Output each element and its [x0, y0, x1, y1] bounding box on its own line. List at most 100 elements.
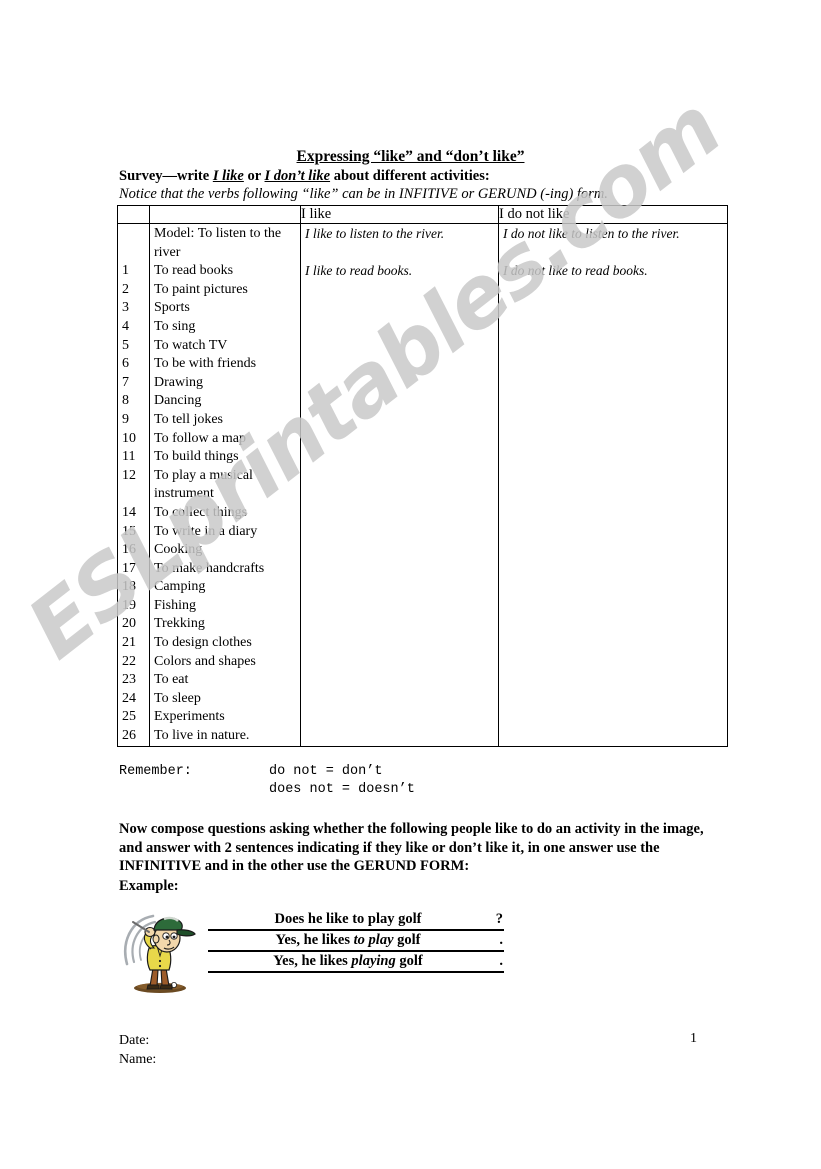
example-answer-line-1[interactable]: Yes, he likes to play golf . [208, 931, 504, 952]
row-i-do-not-like-answer[interactable] [499, 374, 727, 393]
row-i-like-answer[interactable] [301, 708, 498, 727]
row-activity: To build things [154, 449, 239, 465]
row-number: 14 [122, 504, 136, 520]
i-like-answers-cell[interactable]: I like to listen to the river. I like to … [300, 223, 499, 747]
row-i-like-answer[interactable] [301, 597, 498, 616]
row-activity: Fishing [154, 597, 197, 613]
survey-suffix: about different activities: [330, 168, 490, 184]
row-i-do-not-like-answer[interactable] [499, 504, 727, 523]
row-i-do-not-like-answer[interactable] [499, 671, 727, 690]
remember-contraction-1: do not = don’t [269, 764, 383, 779]
table-body-row: 1 2 3 4 5 6 7 8 9 10 11 12 14 15 16 17 18 19 20 21 22 23 24 25 2… [117, 223, 728, 747]
row-i-do-not-like-answer[interactable] [499, 355, 727, 374]
row-i-like-answer[interactable] [301, 690, 498, 709]
example-answer-line-2[interactable]: Yes, he likes playing golf . [208, 952, 504, 973]
row-i-like-answer[interactable] [301, 448, 498, 467]
row-i-like-answer[interactable] [301, 578, 498, 597]
row-i-do-not-like-answer[interactable] [499, 578, 727, 597]
row-number: 17 [122, 560, 136, 576]
row-i-like-answer[interactable] [301, 727, 498, 746]
row-number: 6 [122, 356, 129, 372]
row-i-do-not-like-answer[interactable] [499, 318, 727, 337]
example-answer-1-prefix: Yes, he likes [275, 932, 354, 948]
row-number: 5 [122, 337, 129, 353]
row-activity: To tell jokes [154, 411, 224, 427]
row-i-do-not-like-answer[interactable]: I do not like to listen to the river. [499, 225, 727, 262]
row-i-do-not-like-answer[interactable] [499, 653, 727, 672]
row-i-like-answer[interactable] [301, 615, 498, 634]
row-activity: To watch TV [154, 337, 228, 353]
row-activity: To sing [154, 318, 196, 334]
row-i-like-answer[interactable] [301, 281, 498, 300]
number-list: 1 2 3 4 5 6 7 8 9 10 11 12 14 15 16 17 18 19 20 21 22 23 24 25 2… [118, 225, 149, 746]
row-i-like-answer[interactable] [301, 671, 498, 690]
row-i-do-not-like-answer[interactable] [499, 392, 727, 411]
worksheet-page: Expressing “like” and “don’t like” Surve… [0, 0, 821, 1169]
row-activity: To be with friends [154, 356, 257, 372]
row-i-do-not-like-answer[interactable] [499, 597, 727, 616]
row-i-do-not-like-answer[interactable] [499, 448, 727, 467]
row-number: 25 [122, 709, 136, 725]
row-i-like-answer[interactable] [301, 504, 498, 523]
row-i-like-answer[interactable] [301, 467, 498, 504]
remember-block: Remember: do not = don’t does not = doesn… [119, 763, 415, 799]
row-i-like-answer[interactable] [301, 411, 498, 430]
row-i-like-answer[interactable] [301, 430, 498, 449]
row-i-do-not-like-answer[interactable] [499, 430, 727, 449]
row-i-do-not-like-answer[interactable] [499, 708, 727, 727]
row-i-do-not-like-answer[interactable] [499, 467, 727, 504]
row-i-do-not-like-answer[interactable] [499, 615, 727, 634]
row-i-like-answer[interactable]: I like to read books. [301, 262, 498, 281]
row-i-do-not-like-answer[interactable] [499, 281, 727, 300]
row-i-do-not-like-answer[interactable] [499, 727, 727, 746]
page-title: Expressing “like” and “don’t like” [0, 148, 821, 166]
row-i-like-answer[interactable] [301, 541, 498, 560]
row-i-like-answer[interactable] [301, 299, 498, 318]
survey-table: I like I do not like 1 2 3 4 5 6 7 8 9 10 11 12 14 15… [117, 205, 728, 747]
row-i-do-not-like-answer[interactable]: I do not like to read books. [499, 262, 727, 281]
row-i-do-not-like-answer[interactable] [499, 541, 727, 560]
i-like-answer-list[interactable]: I like to listen to the river. I like to … [301, 225, 498, 746]
name-label[interactable]: Name: [119, 1050, 156, 1069]
survey-conjunction: or [243, 168, 265, 184]
row-i-do-not-like-answer[interactable] [499, 523, 727, 542]
row-i-like-answer[interactable] [301, 560, 498, 579]
row-i-do-not-like-answer[interactable] [499, 299, 727, 318]
row-activity: Cooking [154, 542, 203, 558]
row-number [118, 225, 149, 262]
row-i-like-answer[interactable] [301, 634, 498, 653]
header-i-like-col: I like [300, 205, 499, 224]
row-i-like-answer[interactable]: I like to listen to the river. [301, 225, 498, 262]
example-answer-2-mark: . [499, 953, 503, 969]
date-label[interactable]: Date: [119, 1031, 156, 1050]
row-i-like-answer[interactable] [301, 374, 498, 393]
survey-term-i-dont-like: I don’t like [264, 168, 331, 184]
table-header-row: I like I do not like [117, 205, 728, 224]
survey-prefix: Survey—write [119, 168, 213, 184]
row-activity: Model: To listen to the river [154, 226, 282, 260]
golfer-clipart [124, 914, 196, 993]
row-i-like-answer[interactable] [301, 523, 498, 542]
page-number: 1 [690, 1031, 697, 1046]
row-i-do-not-like-answer[interactable] [499, 690, 727, 709]
i-do-not-like-answer-list[interactable]: I do not like to listen to the river. I d… [499, 225, 727, 746]
row-i-do-not-like-answer[interactable] [499, 337, 727, 356]
row-i-like-answer[interactable] [301, 355, 498, 374]
row-i-like-answer[interactable] [301, 392, 498, 411]
header-number-col [117, 205, 150, 224]
example-question-line[interactable]: Does he like to play golf ? [208, 910, 504, 931]
row-number: 16 [122, 542, 136, 558]
example-answer-1-suffix: golf [393, 932, 421, 948]
row-i-like-answer[interactable] [301, 337, 498, 356]
row-number: 26 [122, 728, 136, 744]
i-do-not-like-answers-cell[interactable]: I do not like to listen to the river. I d… [498, 223, 728, 747]
row-activity: To collect things [154, 504, 248, 520]
row-activity: To eat [154, 672, 189, 688]
row-i-do-not-like-answer[interactable] [499, 634, 727, 653]
row-i-do-not-like-answer[interactable] [499, 411, 727, 430]
row-activity: To play a musical instrument [154, 467, 253, 502]
row-i-like-answer[interactable] [301, 653, 498, 672]
row-i-do-not-like-answer[interactable] [499, 560, 727, 579]
row-number: 21 [122, 635, 136, 651]
row-i-like-answer[interactable] [301, 318, 498, 337]
